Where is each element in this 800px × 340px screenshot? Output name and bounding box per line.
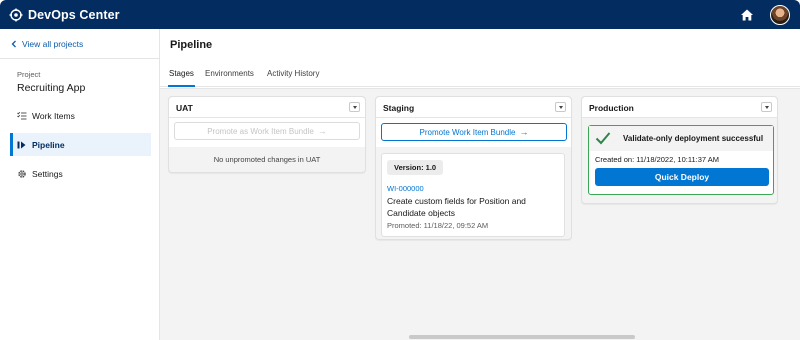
stage-menu-dropdown[interactable] (555, 102, 566, 112)
view-all-projects-link[interactable]: View all projects (10, 39, 83, 49)
arrow-right-icon: → (317, 126, 327, 136)
sidebar-item-label: Work Items (32, 110, 75, 121)
sidebar-item-work-items[interactable]: Work Items (10, 104, 151, 127)
button-label: Promote Work Item Bundle (419, 127, 516, 137)
version-badge: Version: 1.0 (387, 160, 444, 175)
stage-header: Production (582, 97, 777, 118)
stage-title: Production (589, 103, 634, 113)
sidebar-item-settings[interactable]: Settings (10, 162, 151, 185)
button-label: Promote as Work Item Bundle (207, 126, 314, 136)
promote-work-item-bundle-button[interactable]: Promote Work Item Bundle → (381, 123, 567, 141)
gear-icon (17, 169, 27, 179)
horizontal-scrollbar[interactable] (409, 335, 635, 339)
sidebar-item-pipeline[interactable]: Pipeline (10, 133, 151, 156)
tab-environments[interactable]: Environments (205, 69, 254, 87)
project-caption: Project (17, 70, 41, 79)
devops-center-logo-icon (9, 8, 23, 22)
checkmark-icon (595, 130, 611, 146)
work-item-description: Create custom fields for Position and Ca… (387, 196, 526, 218)
global-header: DevOps Center (0, 0, 800, 29)
stage-column-staging: Staging Promote Work Item Bundle → Versi… (375, 96, 572, 240)
page-title: Pipeline (170, 39, 213, 51)
tab-bar: Stages Environments Activity History (160, 67, 800, 87)
project-name: Recruiting App (17, 82, 86, 94)
arrow-right-icon: → (519, 127, 529, 137)
pipeline-board: UAT Promote as Work Item Bundle → No unp… (160, 88, 800, 340)
sidebar-divider (0, 58, 159, 59)
main-content: Pipeline Stages Environments Activity Hi… (160, 29, 800, 340)
quick-deploy-button[interactable]: Quick Deploy (595, 168, 769, 186)
stage-menu-dropdown[interactable] (761, 102, 772, 112)
app-brand: DevOps Center (9, 8, 120, 22)
pipeline-icon (17, 140, 27, 150)
sidebar-item-label: Pipeline (32, 139, 65, 150)
stage-menu-dropdown[interactable] (349, 102, 360, 112)
stage-title: Staging (383, 103, 415, 113)
deployment-status-header: Validate-only deployment successful (589, 126, 773, 151)
sidebar-item-label: Settings (32, 168, 63, 179)
stage-action-area: Promote Work Item Bundle → (376, 118, 571, 147)
chevron-down-icon (352, 105, 357, 109)
user-avatar[interactable] (770, 5, 790, 25)
stage-column-production: Production Validate-only deployment succ… (581, 96, 778, 204)
stage-column-uat: UAT Promote as Work Item Bundle → No unp… (168, 96, 366, 173)
deployment-status-panel: Validate-only deployment successful Crea… (588, 125, 774, 195)
deployment-created-on: Created on: 11/18/2022, 10:11:37 AM (595, 155, 719, 164)
work-item-link[interactable]: WI-000000 (387, 184, 424, 193)
sidebar: View all projects Project Recruiting App… (0, 29, 160, 340)
deployment-status-text: Validate-only deployment successful (623, 134, 764, 143)
chevron-left-icon (10, 40, 18, 48)
work-item-card: Version: 1.0 WI-000000 Create custom fie… (381, 153, 565, 237)
list-checks-icon (17, 111, 27, 121)
stage-title: UAT (176, 103, 193, 113)
promote-bundle-button[interactable]: Promote as Work Item Bundle → (174, 122, 360, 140)
stage-action-area: Promote as Work Item Bundle → (169, 118, 365, 147)
stage-header: Staging (376, 97, 571, 118)
chevron-down-icon (764, 105, 769, 109)
tab-stages[interactable]: Stages (168, 69, 195, 87)
app-title: DevOps Center (28, 7, 120, 22)
chevron-down-icon (558, 105, 563, 109)
home-icon[interactable] (740, 8, 754, 22)
back-link-label: View all projects (22, 39, 84, 49)
work-item-promoted-date: Promoted: 11/18/22, 09:52 AM (387, 221, 489, 230)
tab-activity-history[interactable]: Activity History (267, 69, 319, 87)
empty-state-text: No unpromoted changes in UAT (213, 155, 321, 164)
stage-header: UAT (169, 97, 365, 118)
